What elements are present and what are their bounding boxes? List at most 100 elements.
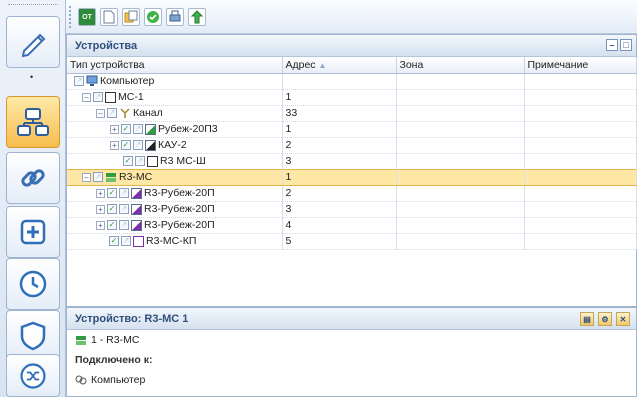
device-name: R3-Рубеж-20П — [144, 219, 215, 231]
green-device-icon — [145, 123, 156, 135]
link-checkbox[interactable]: ↗ — [133, 124, 143, 134]
collapse-icon[interactable]: – — [82, 92, 91, 102]
purple-device-icon — [131, 187, 142, 199]
column-header-zone[interactable]: Зона — [396, 57, 525, 74]
device-address: 2 — [282, 185, 397, 202]
toolbar: OT — [66, 0, 637, 34]
table-row[interactable]: + ✓ ↗ R3-Рубеж-20П 2 — [67, 185, 637, 202]
device-name: МС-1 — [118, 91, 144, 103]
checkbox[interactable]: ✓ — [107, 188, 117, 198]
toolbar-validate-button[interactable] — [144, 8, 162, 26]
sidebar-item-links[interactable] — [6, 152, 60, 204]
link-checkbox[interactable]: ↗ — [121, 236, 131, 246]
table-row[interactable]: ✓ ↗ R3-МС-КП 5 — [67, 233, 637, 250]
device-address: 1 — [282, 89, 397, 106]
toolbar-new-button[interactable] — [100, 8, 118, 26]
sidebar-item-shuffle[interactable] — [6, 354, 60, 397]
new-doc-icon — [103, 10, 115, 24]
sidebar-item-edit[interactable] — [6, 16, 60, 68]
device-address: 4 — [282, 217, 397, 234]
pencil-icon — [21, 33, 46, 58]
toolbar-copy-button[interactable] — [122, 8, 140, 26]
collapse-icon[interactable]: – — [82, 172, 91, 182]
details-device-line: 1 - R3-МС — [67, 330, 636, 350]
checkbox[interactable]: ✓ — [107, 220, 117, 230]
purple-device-icon — [131, 203, 142, 215]
clock-icon — [19, 270, 47, 298]
connected-to-text: Компьютер — [91, 374, 146, 386]
r3-controller-icon — [106, 173, 116, 182]
maximize-icon[interactable]: □ — [620, 39, 632, 51]
table-row[interactable]: ✓ ↗ R3 МС-Ш 3 — [67, 153, 637, 170]
expand-icon[interactable]: + — [96, 188, 105, 198]
details-panel-header: Устройство: R3-МС 1 ▤ ⚙ ✕ — [67, 308, 636, 330]
device-name: R3-МС-КП — [146, 235, 197, 247]
expand-icon[interactable]: + — [96, 204, 105, 214]
checkbox[interactable]: ✓ — [107, 204, 117, 214]
sidebar-dot: • — [30, 72, 34, 82]
column-header-address[interactable]: Адрес ▲ — [282, 57, 397, 74]
link-checkbox[interactable]: ↗ — [135, 156, 145, 166]
device-note — [524, 137, 637, 154]
device-note — [524, 105, 637, 122]
table-row[interactable]: + ✓ ↗ Рубеж-20П3 1 — [67, 121, 637, 138]
table-row[interactable]: + ✓ ↗ R3-Рубеж-20П 3 — [67, 201, 637, 218]
device-zone — [396, 233, 525, 250]
toolbar-upload-button[interactable] — [188, 8, 206, 26]
computer-icon — [86, 75, 98, 86]
expand-icon[interactable]: + — [96, 220, 105, 230]
device-address: 33 — [282, 105, 397, 122]
link-checkbox[interactable]: ↗ — [119, 188, 129, 198]
checkbox[interactable]: ✓ — [121, 140, 131, 150]
link-icon — [21, 169, 45, 187]
device-zone — [396, 201, 525, 218]
device-name: КАУ-2 — [158, 139, 187, 151]
checkbox[interactable]: ✓ — [123, 156, 133, 166]
details-toolbar: ▤ ⚙ ✕ — [580, 312, 630, 326]
details-connected-row: Компьютер — [67, 370, 636, 390]
expand-icon[interactable]: + — [110, 140, 119, 150]
checkbox[interactable]: ↗ — [107, 108, 117, 118]
table-row-selected[interactable]: – ↗ R3-МС 1 — [67, 168, 637, 186]
devices-panel-header: Устройства – □ — [67, 35, 636, 57]
shield-icon — [20, 321, 46, 351]
checkbox[interactable]: ✓ — [109, 236, 119, 246]
device-name: Рубеж-20П3 — [158, 123, 218, 135]
module-icon — [147, 155, 158, 167]
details-connected-label-row: Подключено к: — [67, 350, 636, 370]
expand-icon[interactable]: + — [110, 124, 119, 134]
column-header-note[interactable]: Примечание — [524, 57, 637, 74]
settings-icon[interactable]: ⚙ — [598, 312, 612, 326]
table-row[interactable]: + ✓ ↗ R3-Рубеж-20П 4 — [67, 217, 637, 234]
link-checkbox[interactable]: ↗ — [119, 204, 129, 214]
tools-icon[interactable]: ✕ — [616, 312, 630, 326]
collapse-icon[interactable]: – — [96, 108, 105, 118]
module-icon — [105, 91, 116, 103]
connected-label: Подключено к: — [75, 354, 153, 366]
table-row[interactable]: – ↗ МС-1 1 — [67, 89, 637, 106]
purple-device-icon — [131, 219, 142, 231]
table-row[interactable]: + ✓ ↗ КАУ-2 2 — [67, 137, 637, 154]
device-name: R3 МС-Ш — [160, 155, 206, 167]
device-address — [282, 73, 397, 90]
sidebar-item-history[interactable] — [6, 258, 60, 310]
checkbox[interactable]: ↗ — [93, 92, 103, 102]
checkbox[interactable]: ↗ — [74, 76, 84, 86]
link-checkbox[interactable]: ↗ — [119, 220, 129, 230]
column-header-type[interactable]: Тип устройства — [67, 57, 283, 74]
sidebar-item-add[interactable] — [6, 206, 60, 258]
toolbar-print-button[interactable] — [166, 8, 184, 26]
table-row[interactable]: ↗ Компьютер — [67, 73, 637, 90]
device-address: 2 — [282, 137, 397, 154]
properties-icon[interactable]: ▤ — [580, 312, 594, 326]
toolbar-ot-button[interactable]: OT — [78, 8, 96, 26]
table-row[interactable]: – ↗ Канал 33 — [67, 105, 637, 122]
minimize-icon[interactable]: – — [606, 39, 618, 51]
checkbox[interactable]: ✓ — [121, 124, 131, 134]
sidebar: • — [0, 0, 66, 397]
sidebar-item-devices[interactable] — [6, 96, 60, 148]
link-checkbox[interactable]: ↗ — [133, 140, 143, 150]
device-zone — [396, 105, 525, 122]
link-checkbox[interactable]: ↗ — [93, 172, 103, 182]
device-address: 5 — [282, 233, 397, 250]
